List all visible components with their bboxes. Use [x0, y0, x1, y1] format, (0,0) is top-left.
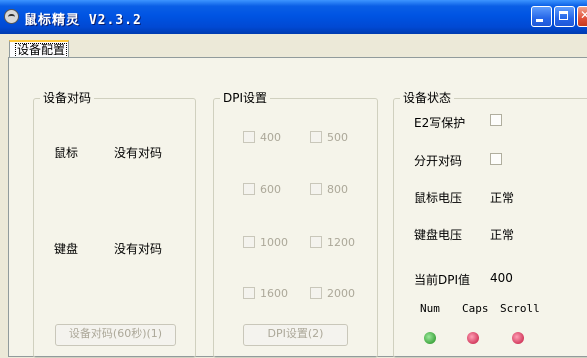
dpi-1000-label: 1000: [260, 236, 288, 249]
status-group-title: 设备状态: [400, 91, 455, 105]
tab-device-config[interactable]: 设备配置: [9, 40, 69, 58]
e2-protect-checkbox[interactable]: [490, 114, 502, 126]
caps-lock-label: Caps: [462, 302, 489, 315]
dpi-1000-checkbox[interactable]: [243, 236, 255, 248]
dpi-2000-checkbox[interactable]: [310, 287, 322, 299]
close-button[interactable]: [577, 6, 587, 27]
num-lock-indicator: [424, 332, 436, 344]
dpi-400-label: 400: [260, 131, 281, 144]
dpi-group: DPI设置: [213, 91, 378, 358]
dpi-500-label: 500: [327, 131, 348, 144]
dpi-1600-label: 1600: [260, 287, 288, 300]
pair-devices-button[interactable]: 设备对码(60秒)(1): [55, 324, 176, 346]
mouse-label: 鼠标: [54, 146, 79, 160]
e2-protect-label: E2写保护: [414, 116, 466, 130]
caps-lock-indicator: [467, 332, 479, 344]
pairing-group: 设备对码: [33, 91, 196, 358]
dpi-set-button[interactable]: DPI设置(2): [243, 324, 348, 346]
dpi-1200-checkbox[interactable]: [310, 236, 322, 248]
dpi-1200-label: 1200: [327, 236, 355, 249]
keyboard-voltage-value: 正常: [490, 228, 515, 242]
mouse-voltage-value: 正常: [490, 191, 515, 205]
mouse-voltage-label: 鼠标电压: [414, 191, 463, 205]
dpi-group-title: DPI设置: [220, 91, 271, 105]
dpi-500-checkbox[interactable]: [310, 131, 322, 143]
app-icon: [4, 9, 19, 24]
minimize-button[interactable]: [531, 6, 552, 27]
current-dpi-value: 400: [490, 271, 513, 285]
title-bar[interactable]: 鼠标精灵 V2.3.2: [0, 0, 587, 34]
window-title: 鼠标精灵 V2.3.2: [24, 13, 142, 28]
dpi-400-checkbox[interactable]: [243, 131, 255, 143]
scroll-lock-label: Scroll: [500, 302, 540, 315]
dpi-600-checkbox[interactable]: [243, 183, 255, 195]
dpi-1600-checkbox[interactable]: [243, 287, 255, 299]
pairing-group-title: 设备对码: [40, 91, 95, 105]
num-lock-label: Num: [420, 302, 440, 315]
keyboard-voltage-label: 键盘电压: [414, 228, 463, 242]
dpi-800-checkbox[interactable]: [310, 183, 322, 195]
keyboard-label: 键盘: [54, 242, 79, 256]
dpi-2000-label: 2000: [327, 287, 355, 300]
mouse-pair-status: 没有对码: [114, 146, 163, 160]
keyboard-pair-status: 没有对码: [114, 242, 163, 256]
scroll-lock-indicator: [512, 332, 524, 344]
separate-pairing-checkbox[interactable]: [490, 153, 502, 165]
current-dpi-label: 当前DPI值: [414, 273, 471, 287]
tab-label: 设备配置: [15, 43, 68, 58]
dpi-800-label: 800: [327, 183, 348, 196]
dpi-600-label: 600: [260, 183, 281, 196]
maximize-button[interactable]: [554, 6, 575, 27]
separate-pairing-label: 分开对码: [414, 154, 463, 168]
